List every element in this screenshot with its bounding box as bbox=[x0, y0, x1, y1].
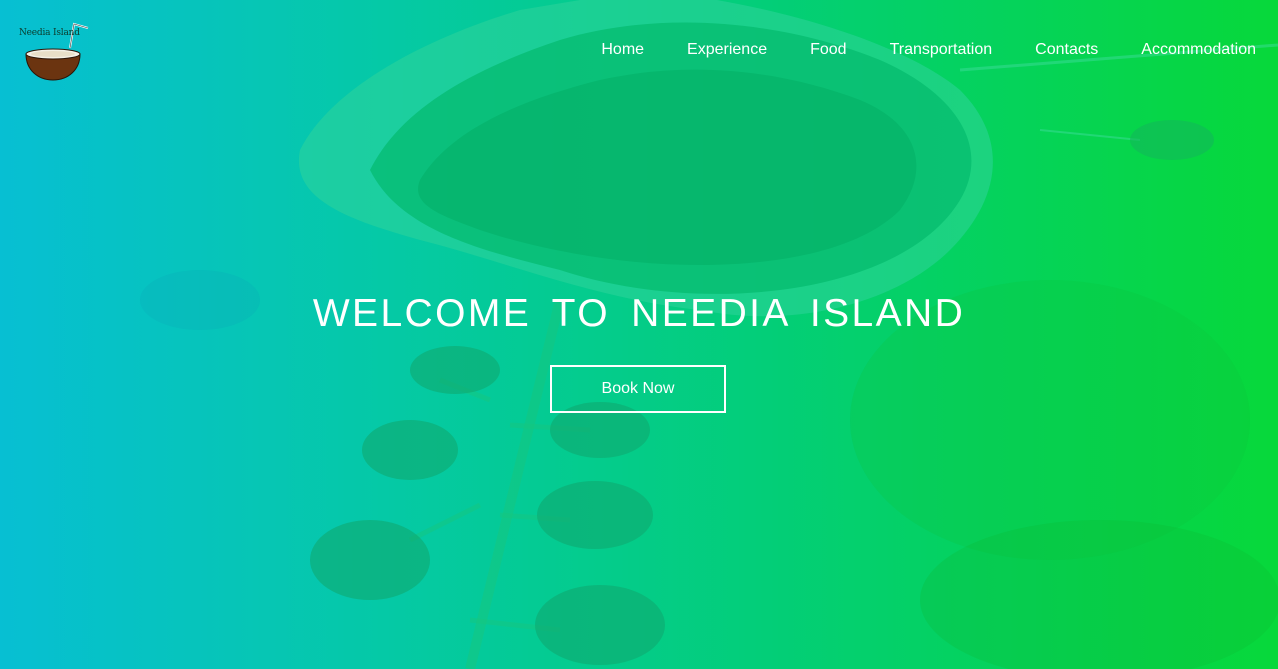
hero-section: Needia Island Home Experience Food Trans… bbox=[0, 0, 1278, 669]
book-now-button[interactable]: Book Now bbox=[550, 365, 726, 413]
nav-item-food[interactable]: Food bbox=[810, 40, 846, 60]
hero-title: WELCOME TO NEEDIA ISLAND bbox=[312, 292, 966, 335]
nav-item-transportation[interactable]: Transportation bbox=[890, 40, 993, 60]
nav-item-accommodation[interactable]: Accommodation bbox=[1141, 40, 1256, 60]
nav-item-home[interactable]: Home bbox=[601, 40, 644, 60]
site-logo[interactable]: Needia Island bbox=[16, 18, 96, 84]
logo-text: Needia Island bbox=[19, 28, 80, 38]
nav-item-contacts[interactable]: Contacts bbox=[1035, 40, 1098, 60]
nav-item-experience[interactable]: Experience bbox=[687, 40, 767, 60]
main-nav: Home Experience Food Transportation Cont… bbox=[601, 40, 1256, 60]
